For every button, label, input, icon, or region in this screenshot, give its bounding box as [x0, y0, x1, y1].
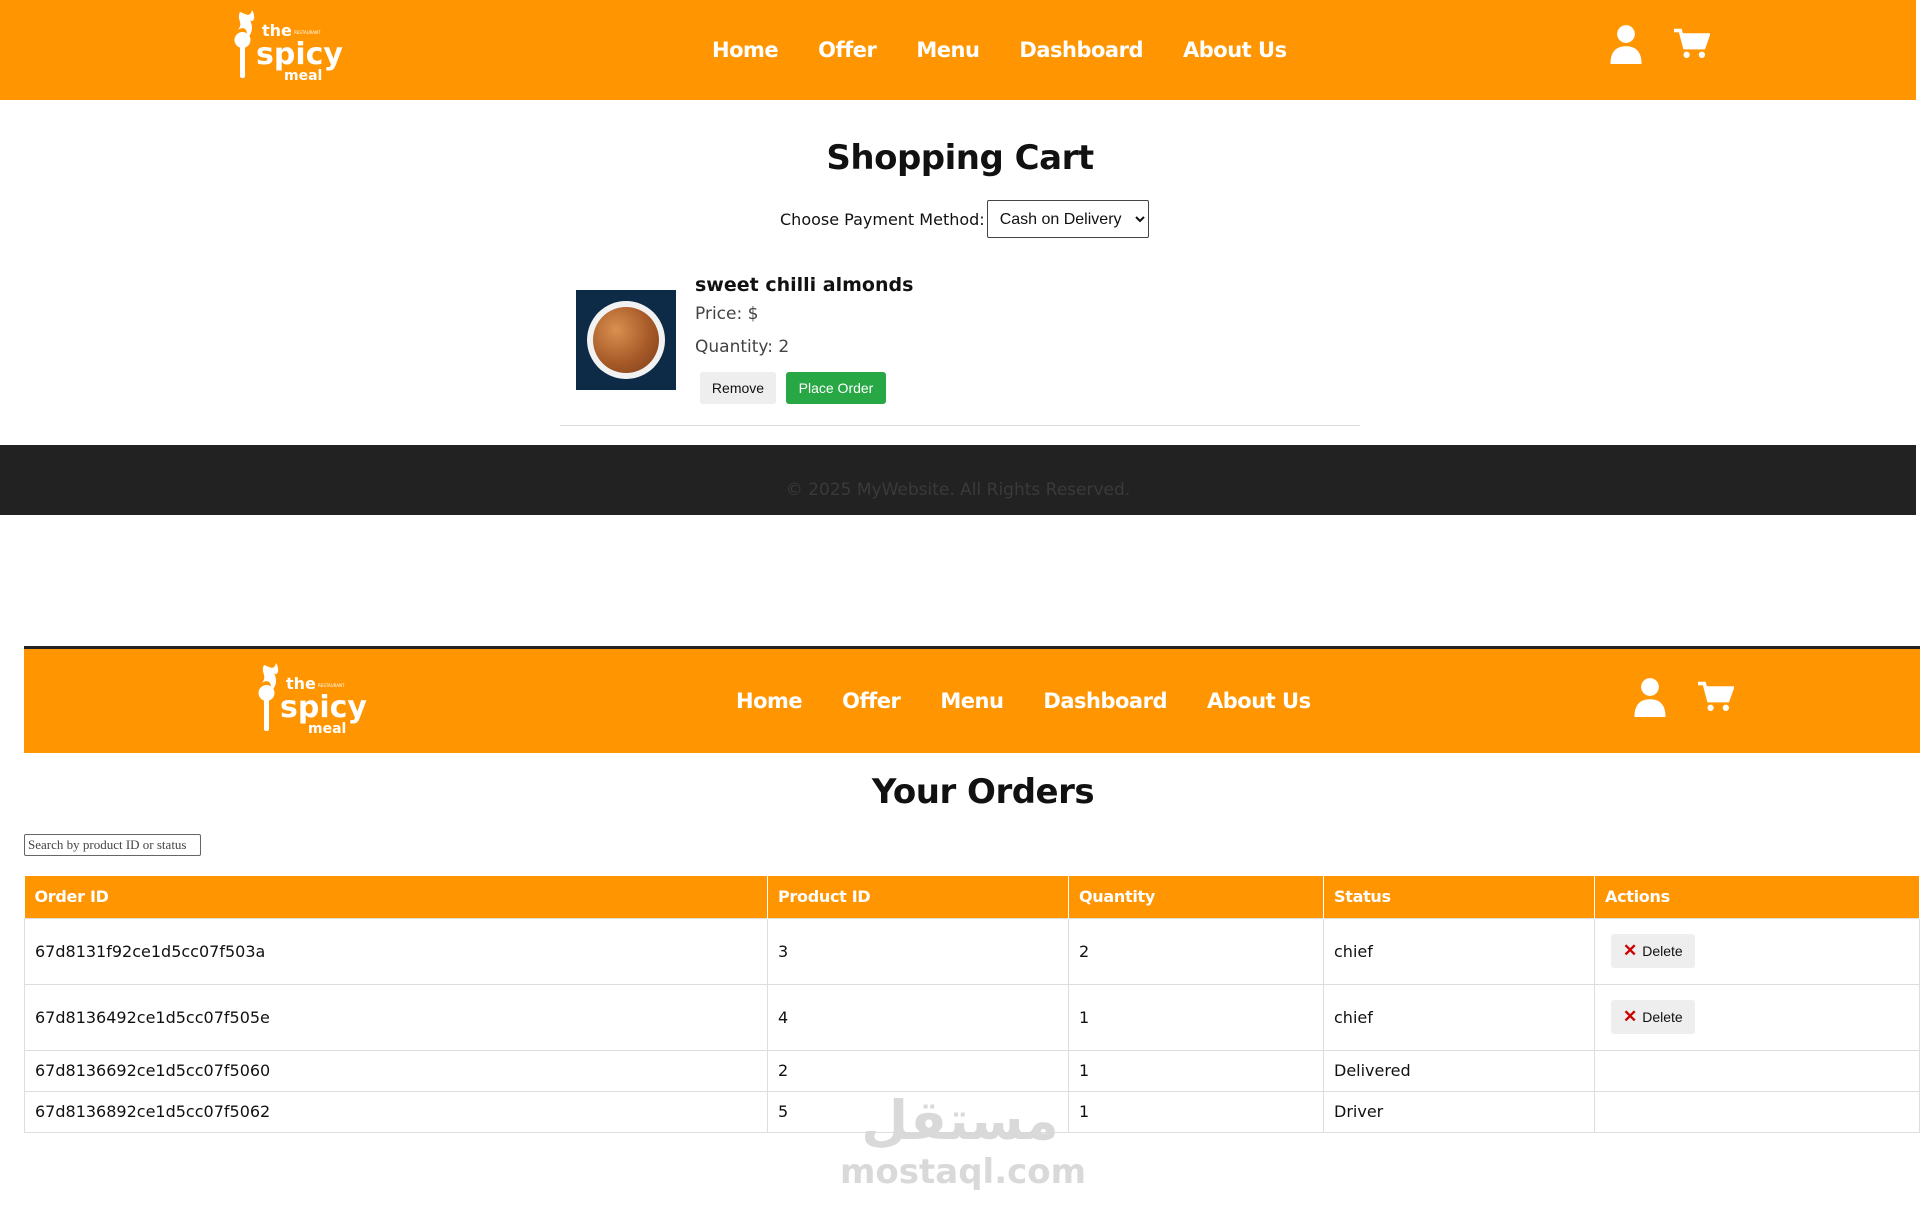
svg-text:meal: meal: [308, 721, 346, 737]
cart-icon[interactable]: [1674, 24, 1710, 64]
nav-menu-link[interactable]: Menu: [916, 38, 980, 62]
nav-offer-link[interactable]: Offer: [818, 38, 877, 62]
mostaql-watermark: مستقل mostaql.com: [840, 1089, 1087, 1193]
column-header-status: Status: [1323, 876, 1595, 918]
spicy-meal-logo[interactable]: the RESTAURANT spicy meal: [250, 659, 370, 739]
orders-site-header: the RESTAURANT spicy meal Home Offer Men…: [24, 646, 1920, 753]
cart-item-price: Price: $: [695, 304, 759, 324]
page: the RESTAURANT spicy meal Home Offer Men…: [0, 0, 1920, 1224]
actions-cell: ✕ Delete: [1594, 917, 1920, 985]
site-header: the RESTAURANT spicy meal Home Offer Men…: [0, 0, 1916, 100]
svg-text:meal: meal: [284, 68, 322, 84]
main-nav: Home Offer Menu Dashboard About Us: [736, 649, 1311, 753]
nav-about-link[interactable]: About Us: [1183, 38, 1287, 62]
cart-item: sweet chilli almonds Price: $ Quantity: …: [560, 272, 1360, 426]
status-cell: Delivered: [1323, 1049, 1595, 1092]
nav-offer-link[interactable]: Offer: [842, 689, 901, 713]
status-cell: chief: [1323, 983, 1595, 1051]
payment-method-row: Choose Payment Method: Cash on Delivery: [780, 200, 1149, 238]
header-icons: [1608, 24, 1710, 64]
header-icons: [1632, 677, 1734, 717]
delete-label: Delete: [1642, 1009, 1683, 1025]
svg-text:spicy: spicy: [280, 690, 367, 725]
nav-menu-link[interactable]: Menu: [940, 689, 1004, 713]
nav-about-link[interactable]: About Us: [1207, 689, 1311, 713]
footer-copyright: © 2025 MyWebsite. All Rights Reserved.: [785, 480, 1131, 500]
svg-text:RESTAURANT: RESTAURANT: [318, 683, 345, 688]
close-x-icon: ✕: [1623, 1007, 1638, 1026]
logo-graphic: the RESTAURANT spicy meal: [258, 663, 367, 737]
main-nav: Home Offer Menu Dashboard About Us: [712, 0, 1287, 100]
actions-cell: [1594, 1049, 1920, 1092]
watermark-latin: mostaql.com: [840, 1152, 1087, 1192]
user-icon[interactable]: [1632, 677, 1668, 717]
nav-dashboard-link[interactable]: Dashboard: [1019, 38, 1143, 62]
cart-item-name: sweet chilli almonds: [695, 274, 914, 296]
column-header-order-id: Order ID: [24, 876, 768, 918]
order-id-cell: 67d8136892ce1d5cc07f5062: [24, 1090, 768, 1133]
order-id-cell: 67d8136492ce1d5cc07f505e: [24, 983, 768, 1051]
logo-graphic: the RESTAURANT spicy meal: [234, 10, 343, 84]
watermark-arabic: مستقل: [861, 1089, 1059, 1152]
close-x-icon: ✕: [1623, 941, 1638, 960]
nav-home-link[interactable]: Home: [736, 689, 803, 713]
column-header-quantity: Quantity: [1068, 876, 1324, 918]
payment-method-label: Choose Payment Method:: [780, 209, 985, 229]
delete-button[interactable]: ✕ Delete: [1611, 934, 1695, 968]
svg-text:spicy: spicy: [256, 37, 343, 72]
table-row: 67d8136492ce1d5cc07f505e 4 1 chief ✕ Del…: [24, 983, 1920, 1051]
cart-icon[interactable]: [1698, 677, 1734, 717]
quantity-cell: 1: [1068, 1090, 1324, 1133]
column-header-actions: Actions: [1594, 876, 1920, 918]
payment-method-select[interactable]: Cash on Delivery: [986, 200, 1149, 238]
delete-button[interactable]: ✕ Delete: [1611, 1000, 1695, 1034]
table-row: 67d8136692ce1d5cc07f5060 2 1 Delivered: [24, 1049, 1920, 1092]
remove-button[interactable]: Remove: [700, 372, 776, 404]
product-image: [576, 290, 676, 390]
orders-title: Your Orders: [871, 772, 1095, 812]
product-id-cell: 4: [767, 983, 1069, 1051]
actions-cell: ✕ Delete: [1594, 983, 1920, 1051]
status-cell: chief: [1323, 917, 1595, 985]
user-icon[interactable]: [1608, 24, 1644, 64]
spicy-meal-logo[interactable]: the RESTAURANT spicy meal: [226, 6, 346, 86]
delete-label: Delete: [1642, 943, 1683, 959]
product-id-cell: 3: [767, 917, 1069, 985]
site-footer: © 2025 MyWebsite. All Rights Reserved.: [0, 445, 1916, 515]
order-search-input[interactable]: [24, 834, 201, 856]
product-id-cell: 2: [767, 1049, 1069, 1092]
quantity-cell: 1: [1068, 1049, 1324, 1092]
quantity-cell: 1: [1068, 983, 1324, 1051]
column-header-product-id: Product ID: [767, 876, 1069, 918]
cart-title: Shopping Cart: [826, 138, 1094, 178]
quantity-cell: 2: [1068, 917, 1324, 985]
nav-home-link[interactable]: Home: [712, 38, 779, 62]
status-cell: Driver: [1323, 1090, 1595, 1133]
actions-cell: [1594, 1090, 1920, 1133]
order-id-cell: 67d8136692ce1d5cc07f5060: [24, 1049, 768, 1092]
cart-item-quantity: Quantity: 2: [695, 337, 790, 357]
table-header-row: Order ID Product ID Quantity Status Acti…: [24, 876, 1920, 918]
place-order-button[interactable]: Place Order: [786, 372, 886, 404]
nav-dashboard-link[interactable]: Dashboard: [1043, 689, 1167, 713]
almonds-shape: [593, 307, 659, 373]
order-id-cell: 67d8131f92ce1d5cc07f503a: [24, 917, 768, 985]
svg-text:RESTAURANT: RESTAURANT: [294, 30, 321, 35]
table-row: 67d8131f92ce1d5cc07f503a 3 2 chief ✕ Del…: [24, 917, 1920, 985]
